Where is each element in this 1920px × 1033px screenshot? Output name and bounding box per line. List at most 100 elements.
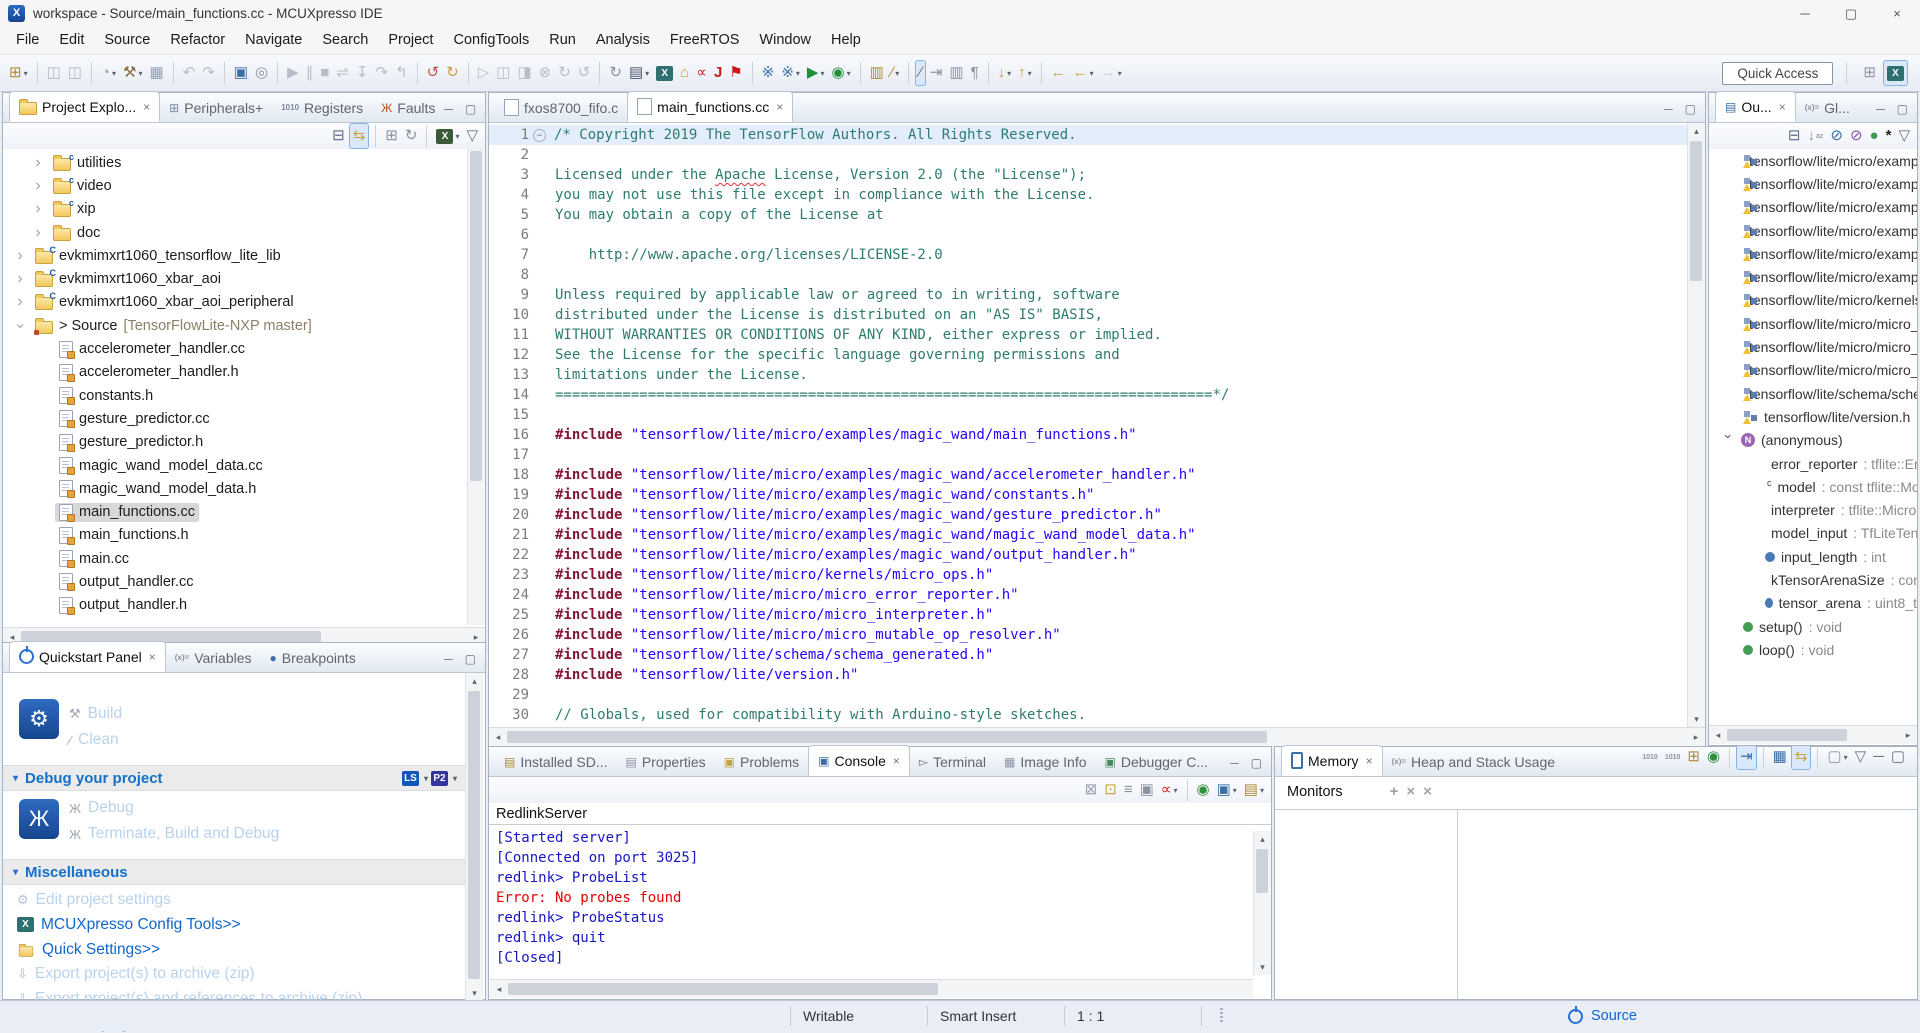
outline-item-loop[interactable]: loop() : void — [1709, 638, 1917, 661]
expander-icon[interactable]: › — [31, 179, 45, 193]
menu-item-search[interactable]: Search — [312, 28, 378, 52]
maximize-icon[interactable]: ▢ — [1685, 102, 1696, 116]
pin-console-icon[interactable]: ◉ — [1194, 778, 1213, 802]
suspend-all-icon[interactable]: ◫ — [493, 61, 513, 85]
build-all-icon[interactable]: ▦ — [147, 61, 167, 85]
highlighter-icon[interactable]: ∕▾ — [888, 61, 903, 85]
dropdown-arrow-icon[interactable]: ▾ — [1090, 69, 1094, 78]
relaunch-icon[interactable]: ↻ — [555, 61, 574, 85]
dropdown-arrow-icon[interactable]: ▾ — [139, 69, 143, 78]
menu-item-navigate[interactable]: Navigate — [235, 28, 312, 52]
step-into-icon[interactable]: ↧ — [353, 61, 372, 85]
profile-icon[interactable]: ◉▾ — [828, 61, 853, 85]
dropdown-arrow-icon[interactable]: ▾ — [1118, 69, 1122, 78]
minimize-icon[interactable]: ─ — [1870, 745, 1887, 769]
quickstart-link[interactable]: Debug — [88, 799, 134, 817]
dropdown-arrow-icon[interactable]: ▾ — [1233, 786, 1237, 795]
tab-fxos8700-fifo-c[interactable]: fxos8700_fifo.c — [495, 93, 627, 122]
menu-item-file[interactable]: File — [6, 28, 49, 52]
step-over-icon[interactable]: ↷ — [372, 61, 391, 85]
console-output[interactable]: [Started server][Connected on port 3025]… — [489, 825, 1271, 968]
dropdown-arrow-icon[interactable]: ▾ — [1844, 753, 1848, 762]
remove-all-monitors-icon[interactable]: × — [1420, 780, 1435, 804]
debug-probe-alt-icon[interactable]: ※▾ — [778, 61, 803, 85]
tab-image-info[interactable]: ▦Image Info — [995, 747, 1096, 776]
dropdown-arrow-icon[interactable]: ▾ — [1260, 786, 1264, 795]
split-rendering-icon[interactable]: ▦ — [1770, 745, 1790, 769]
redlink-link-icon[interactable]: ∝▾ — [1158, 778, 1181, 802]
pin-memory-icon[interactable]: ◉ — [1704, 745, 1723, 769]
scrollbar-thumb[interactable] — [508, 983, 938, 995]
terminate-all-icon[interactable]: ◨ — [514, 61, 534, 85]
collapse-all-icon[interactable]: ⊟ — [1785, 124, 1804, 148]
tab-installed-sd[interactable]: ▤Installed SD... — [495, 747, 617, 776]
step-filters-icon[interactable]: ⇌ — [333, 61, 352, 85]
resume-all-icon[interactable]: ▷ — [475, 61, 493, 85]
tree-item-main-cc[interactable]: main.cc — [3, 547, 485, 570]
maximize-icon[interactable]: ▢ — [465, 102, 476, 116]
tab-quickstart-panel[interactable]: Quickstart Panel× — [9, 641, 166, 672]
menu-item-configtools[interactable]: ConfigTools — [443, 28, 539, 52]
tree-item-evkmimxrt1060-xbar-aoi[interactable]: ›Cevkmimxrt1060_xbar_aoi — [3, 267, 485, 290]
dropdown-arrow-icon[interactable]: ▾ — [820, 69, 824, 78]
outline-item-tensorflow-lite-micro-examples-magic-wand-constants-h[interactable]: tensorflow/lite/micro/examples/magic_wan… — [1709, 196, 1917, 219]
hide-inactive-icon[interactable]: * — [1883, 124, 1895, 148]
expander-icon[interactable]: › — [31, 202, 45, 216]
open-dir-icon[interactable]: ▥ — [867, 61, 887, 85]
build-icon[interactable]: ⚒▾ — [120, 61, 145, 85]
back-icon[interactable]: ←▾ — [1070, 61, 1097, 85]
switch-memory-icon[interactable]: ⇥ — [1736, 744, 1757, 770]
scroll-up-icon[interactable]: ▴ — [1254, 831, 1271, 847]
scroll-left-icon[interactable]: ◂ — [489, 728, 507, 746]
expander-icon[interactable]: › — [31, 156, 45, 170]
run-icon[interactable]: ▶▾ — [804, 61, 828, 85]
scroll-lock-icon[interactable]: ⊡ — [1101, 778, 1120, 802]
close-button[interactable]: × — [1874, 1, 1920, 26]
jlink-icon[interactable]: J — [711, 61, 725, 85]
fold-minus-icon[interactable]: − — [533, 129, 546, 142]
tab-project-explo[interactable]: Project Explo...× — [9, 91, 160, 122]
close-icon[interactable]: × — [149, 650, 156, 664]
outline-item-interpreter[interactable]: interpreter : tflite::MicroInterpreter* — [1709, 498, 1917, 521]
refresh-icon[interactable]: ↻ — [606, 61, 625, 85]
outline-item-anonymous[interactable]: ›N(anonymous) — [1709, 429, 1917, 452]
terminate-icon[interactable]: ■ — [317, 61, 332, 85]
tab-ou[interactable]: ▤Ou...× — [1715, 91, 1796, 122]
outline-item-tensorflow-lite-micro-examples-magic-wand-gesture-predictor-h[interactable]: tensorflow/lite/micro/examples/magic_wan… — [1709, 219, 1917, 242]
hide-fields-icon[interactable]: ⊘ — [1827, 124, 1846, 148]
statusbar-source-link[interactable]: Source — [1591, 1008, 1637, 1024]
last-edit-location-icon[interactable]: ← — [1048, 61, 1069, 85]
vertical-scrollbar[interactable]: ▴ ▾ — [1253, 831, 1271, 975]
tree-item-doc[interactable]: ›doc — [3, 221, 485, 244]
scroll-down-icon[interactable]: ▾ — [1254, 959, 1271, 975]
outline-item-ktensorarenasize[interactable]: kTensorArenaSize : const int — [1709, 568, 1917, 591]
toggle-rendering-icon[interactable]: ▢▾ — [1824, 745, 1850, 769]
minimize-icon[interactable]: ─ — [1664, 102, 1673, 116]
expander-icon[interactable]: › — [13, 319, 27, 333]
scroll-right-icon[interactable]: ▸ — [1899, 726, 1917, 744]
tree-item-constants-h[interactable]: constants.h — [3, 384, 485, 407]
new-wizard-icon[interactable]: ⊞▾ — [6, 61, 31, 85]
outline-item-setup[interactable]: setup() : void — [1709, 615, 1917, 638]
outline-item-tensor-arena[interactable]: tensor_arena : uint8_t — [1709, 592, 1917, 615]
close-icon[interactable]: × — [893, 754, 900, 768]
new-memory-view-icon[interactable]: ⊞ — [1684, 745, 1703, 769]
mcux-perspective-icon[interactable]: X — [1883, 60, 1908, 86]
collapse-all-icon[interactable]: ⊟ — [329, 124, 348, 148]
maximize-icon[interactable]: ▢ — [1897, 102, 1908, 116]
project-tree[interactable]: ›cutilities›cvideo›cxip›doc›Cevkmimxrt10… — [3, 149, 485, 627]
close-icon[interactable]: × — [1366, 754, 1373, 768]
suspend-icon[interactable]: ∥ — [303, 61, 317, 85]
tab-problems[interactable]: ▣Problems — [715, 747, 808, 776]
tree-item-magic-wand-model-data-h[interactable]: magic_wand_model_data.h — [3, 477, 485, 500]
prev-annotation-icon[interactable]: ↑▾ — [1015, 61, 1035, 85]
tree-item-video[interactable]: ›cvideo — [3, 174, 485, 197]
dropdown-arrow-icon[interactable]: ▾ — [424, 774, 428, 783]
word-wrap-icon[interactable]: ≡ — [1121, 778, 1136, 802]
tab-faults[interactable]: ЖFaults — [372, 93, 444, 122]
dropdown-arrow-icon[interactable]: ▾ — [645, 69, 649, 78]
link-with-editor-icon[interactable]: ⇆ — [349, 123, 370, 149]
pin-editor-icon[interactable]: ◎ — [252, 61, 271, 85]
outline-tree[interactable]: tensorflow/lite/micro/examples/magic_wan… — [1709, 149, 1917, 725]
expander-icon[interactable]: › — [13, 295, 27, 309]
